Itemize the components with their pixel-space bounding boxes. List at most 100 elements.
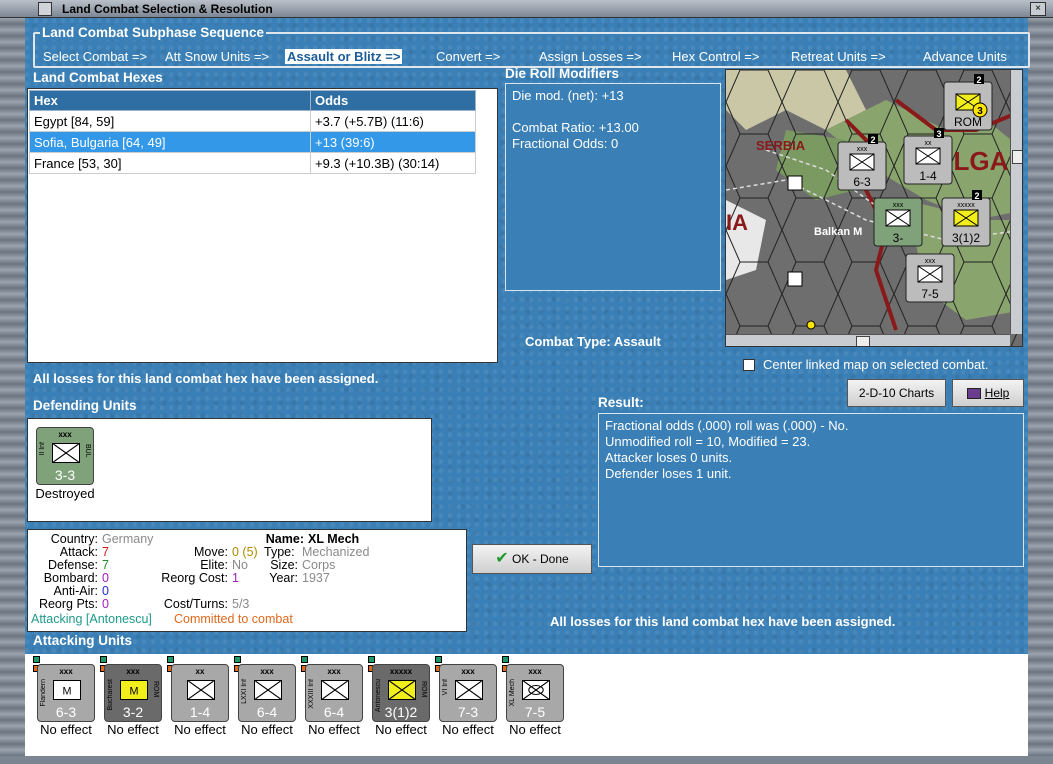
unit-size: xxx [327,667,341,676]
result-line: Defender loses 1 unit. [605,466,732,481]
svg-text:M: M [130,686,139,698]
title-bar: Land Combat Selection & Resolution × [0,0,1053,18]
frame-right [1028,18,1053,764]
map-unit-counter[interactable]: xxxxx 3(1)2 2 [941,190,991,247]
hexes-table: Hex Odds Egypt [84, 59] +3.7 (+5.7B) (11:… [29,90,476,174]
unit-symbol-icon [187,680,215,700]
unit-counter[interactable]: xxxxx Antonescu ROM 3(1)2 [372,664,430,722]
die-roll-line: Combat Ratio: +13.00 [512,120,639,135]
close-button[interactable]: × [1030,2,1046,16]
odds-cell: +13 (39:6) [310,131,476,153]
map-unit-counter[interactable]: ROM2 [943,74,993,131]
help-button[interactable]: Help [952,379,1024,407]
unit-nation: BUL [84,444,91,458]
unit-strength: 6-3 [55,704,77,720]
defense-label: Defense: [47,558,98,572]
result-line: Fractional odds (.000) roll was (.000) -… [605,418,849,433]
subphase-item: Select Combat => [43,49,148,64]
move-value: 0 (5) [232,545,258,559]
unit-name: XL Mech [509,679,516,707]
attacking-status: Attacking [Antonescu] [31,612,152,626]
map-unit-strength: 1-4 [919,169,937,183]
charts-button[interactable]: 2-D-10 Charts [847,379,946,407]
unit-strength: 7-3 [457,704,479,720]
hex-row[interactable]: Egypt [84, 59] +3.7 (+5.7B) (11:6) [29,110,476,132]
unit-name: Flandern [40,679,47,707]
name-label: Name: [265,532,304,546]
map-vscrollbar[interactable] [1010,70,1022,334]
map-label: Balkan M [814,226,862,238]
hex-row[interactable]: Sofia, Bulgaria [64, 49] +13 (39:6) [29,131,476,153]
unit-symbol-icon [388,680,416,700]
antiair-value: 0 [102,584,109,598]
unit-counter[interactable]: xx 1-4 [171,664,229,722]
defending-title: Defending Units [33,398,137,413]
subphase-item: Retreat Units => [791,49,886,64]
unit-size: xxx [126,667,140,676]
unit-symbol-icon [52,443,80,463]
unit-effect: No effect [241,722,293,737]
subphase-item: Assign Losses => [539,49,642,64]
map-unit-counter[interactable]: xx 1-4 3 [903,128,953,185]
unit-pip [368,656,375,663]
center-map-checkbox[interactable] [743,359,755,371]
map-vscroll-thumb[interactable] [1012,150,1022,164]
unit-effect: No effect [442,722,494,737]
unit-size: xxx [260,667,274,676]
bombard-label: Bombard: [43,571,98,585]
size-value: Corps [302,558,336,572]
unit-counter[interactable]: xxx LXXI Inf 6-4 [238,664,296,722]
unit-size: xxx [58,430,72,439]
losses-message-right: All losses for this land combat hex have… [550,614,896,629]
map-unit-size: xxx [893,202,904,209]
unit-effect: No effect [308,722,360,737]
map-unit-strength: 3(1)2 [952,231,980,245]
unit-counter[interactable]: xxx II Inf BUL 3-3 [36,427,94,485]
map-svg[interactable]: SERBIA BULGARI IA Balkan M xxx6-32 xx1-43… [726,70,1023,347]
unit-symbol-icon: M [53,680,81,700]
unit-counter[interactable]: xxx XL Mech 7-5 [506,664,564,722]
window-title: Land Combat Selection & Resolution [62,2,273,16]
help-label: Help [984,386,1010,400]
unit-counter[interactable]: xxx Flandern M 6-3 [37,664,95,722]
col-hex[interactable]: Hex [29,90,311,111]
col-odds[interactable]: Odds [310,90,476,111]
map-hscrollbar[interactable] [726,334,1010,346]
unit-counter[interactable]: xxx Bucharest M ROM 3-2 [104,664,162,722]
map-unit-size: xxxxx [957,202,975,209]
unit-size: xxx [59,667,73,676]
combat-type: Combat Type: Assault [525,334,661,349]
map-unit-counter[interactable]: xxx 7-5 [905,253,955,303]
odds-cell: +3.7 (+5.7B) (11:6) [310,110,476,132]
ok-done-button[interactable]: ✔ OK - Done [472,544,592,574]
map-unit-counter[interactable]: xxx 6-3 2 [837,134,887,191]
mini-map[interactable]: SERBIA BULGARI IA Balkan M xxx 6-3 2 xx 1-4 3… [725,69,1023,347]
result-line: Unmodified roll = 10, Modified = 23. [605,434,811,449]
map-objective-icon [806,320,816,330]
unit-counter[interactable]: xxx VI Inf 7-3 [439,664,497,722]
antiair-label: Anti-Air: [53,584,98,598]
frame-left [0,18,25,764]
die-roll-line [512,104,714,120]
unit-strength: 6-4 [323,704,345,720]
map-label: SERBIA [756,138,806,153]
unit-effect: No effect [174,722,226,737]
map-hscroll-thumb[interactable] [856,336,870,346]
unit-size: xxxxx [389,667,413,676]
map-unit-strength: 7-5 [921,287,939,301]
map-stack-count: 3 [936,129,941,139]
country-value: Germany [102,532,154,546]
reorg-cost-label: Reorg Cost: [161,571,228,585]
year-value: 1937 [302,571,330,585]
unit-counter[interactable]: xxx XXXIII Inf 6-4 [305,664,363,722]
map-unit-counter[interactable]: xxx 3- [873,197,923,247]
unit-name: VI Inf [442,679,449,696]
unit-symbol-icon [522,680,550,700]
unit-nation: ROM [152,681,159,698]
window-icon[interactable] [38,2,52,16]
hex-row[interactable]: France [53, 30] +9.3 (+10.3B) (30:14) [29,152,476,174]
committed-status: Committed to combat [174,612,293,626]
center-map-option[interactable]: Center linked map on selected combat. [743,357,988,372]
help-book-icon [966,388,981,400]
year-label: Year: [269,571,298,585]
